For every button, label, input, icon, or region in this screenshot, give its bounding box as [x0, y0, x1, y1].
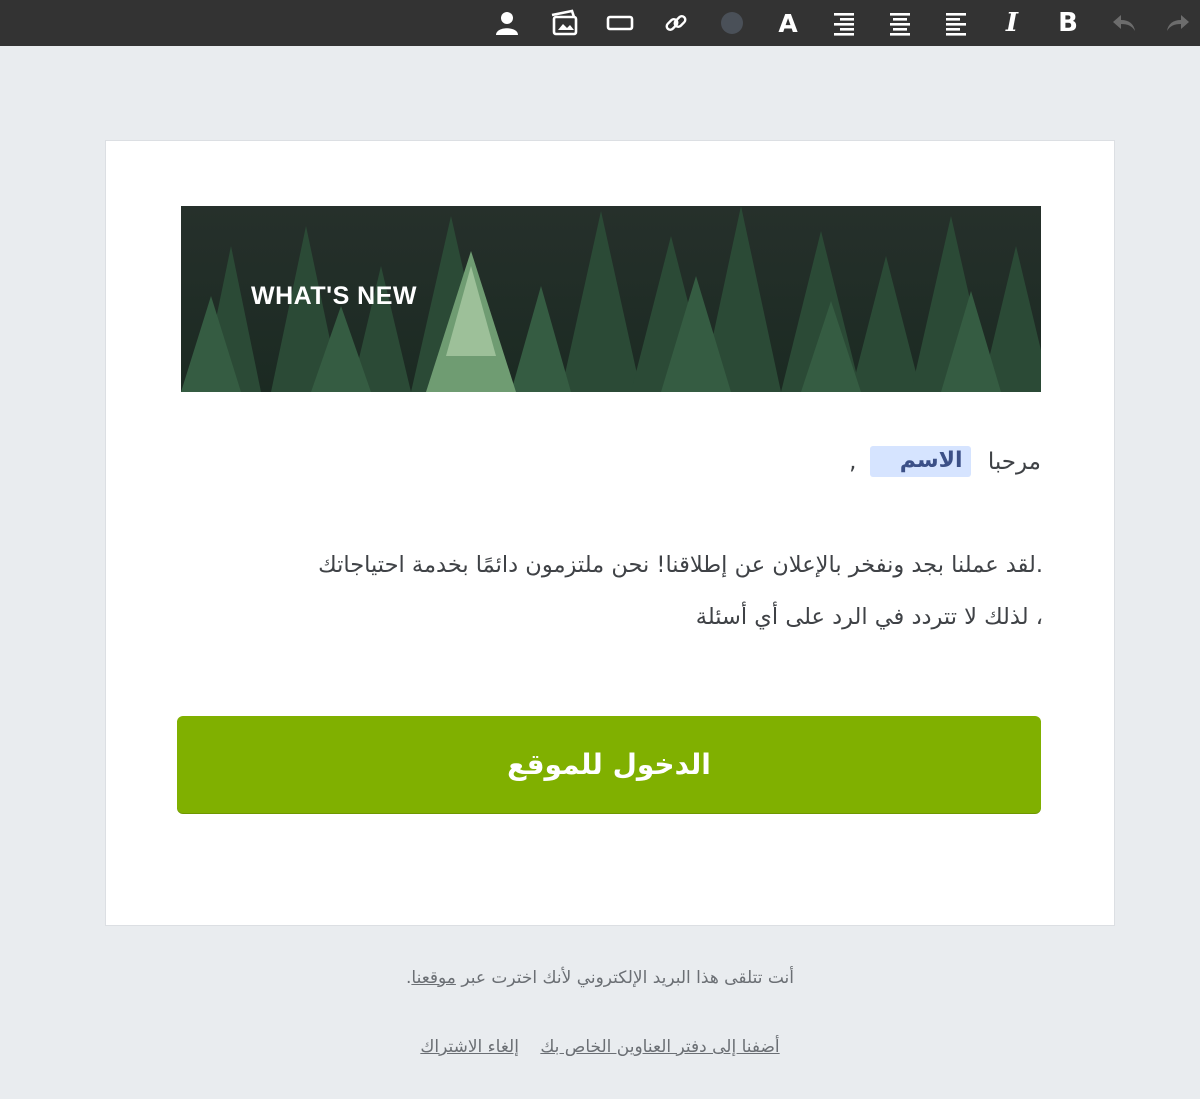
- align-left-icon[interactable]: [936, 3, 976, 43]
- button-block-icon[interactable]: [600, 3, 640, 43]
- editor-toolbar: A I B: [0, 0, 1200, 46]
- email-body: .لقد عملنا بجد ونفخر بالإعلان عن إطلاقنا…: [181, 539, 1043, 643]
- greeting-line: مرحبا الاسم ,: [541, 446, 1041, 477]
- footer-note-prefix: أنت تتلقى هذا البريد الإلكتروني لأنك اخت…: [455, 968, 794, 988]
- bold-icon[interactable]: B: [1048, 3, 1088, 43]
- bold-label: B: [1058, 8, 1078, 38]
- color-circle-icon[interactable]: [712, 3, 752, 43]
- italic-label: I: [1005, 8, 1019, 38]
- footer-note: أنت تتلقى هذا البريد الإلكتروني لأنك اخت…: [0, 968, 1200, 988]
- align-center-icon[interactable]: [880, 3, 920, 43]
- link-icon[interactable]: [656, 3, 696, 43]
- font-a-icon[interactable]: A: [768, 3, 808, 43]
- italic-icon[interactable]: I: [992, 3, 1032, 43]
- add-to-addressbook-link[interactable]: أضفنا إلى دفتر العناوين الخاص بك: [540, 1037, 779, 1057]
- website-link[interactable]: موقعنا: [411, 968, 456, 988]
- font-a-label: A: [778, 8, 798, 38]
- undo-icon[interactable]: [1104, 3, 1144, 43]
- footer-links: أضفنا إلى دفتر العناوين الخاص بك إلغاء ا…: [0, 1037, 1200, 1057]
- image-icon[interactable]: [545, 3, 585, 43]
- body-line: ، لذلك لا تتردد في الرد على أي أسئلة: [695, 604, 1043, 630]
- redo-icon[interactable]: [1158, 3, 1198, 43]
- user-icon[interactable]: [487, 3, 527, 43]
- visit-site-button[interactable]: الدخول للموقع: [177, 716, 1041, 813]
- email-card: WHAT'S NEW مرحبا الاسم , .لقد عملنا بجد …: [105, 140, 1115, 926]
- greeting-comma: ,: [849, 448, 857, 475]
- name-merge-tag[interactable]: الاسم: [869, 446, 971, 477]
- banner-title: WHAT'S NEW: [251, 282, 418, 310]
- greeting-hello: مرحبا: [987, 448, 1041, 475]
- header-banner-image[interactable]: WHAT'S NEW: [181, 206, 1041, 392]
- unsubscribe-link[interactable]: إلغاء الاشتراك: [420, 1037, 519, 1057]
- body-line: .لقد عملنا بجد ونفخر بالإعلان عن إطلاقنا…: [318, 552, 1043, 578]
- align-right-icon[interactable]: [824, 3, 864, 43]
